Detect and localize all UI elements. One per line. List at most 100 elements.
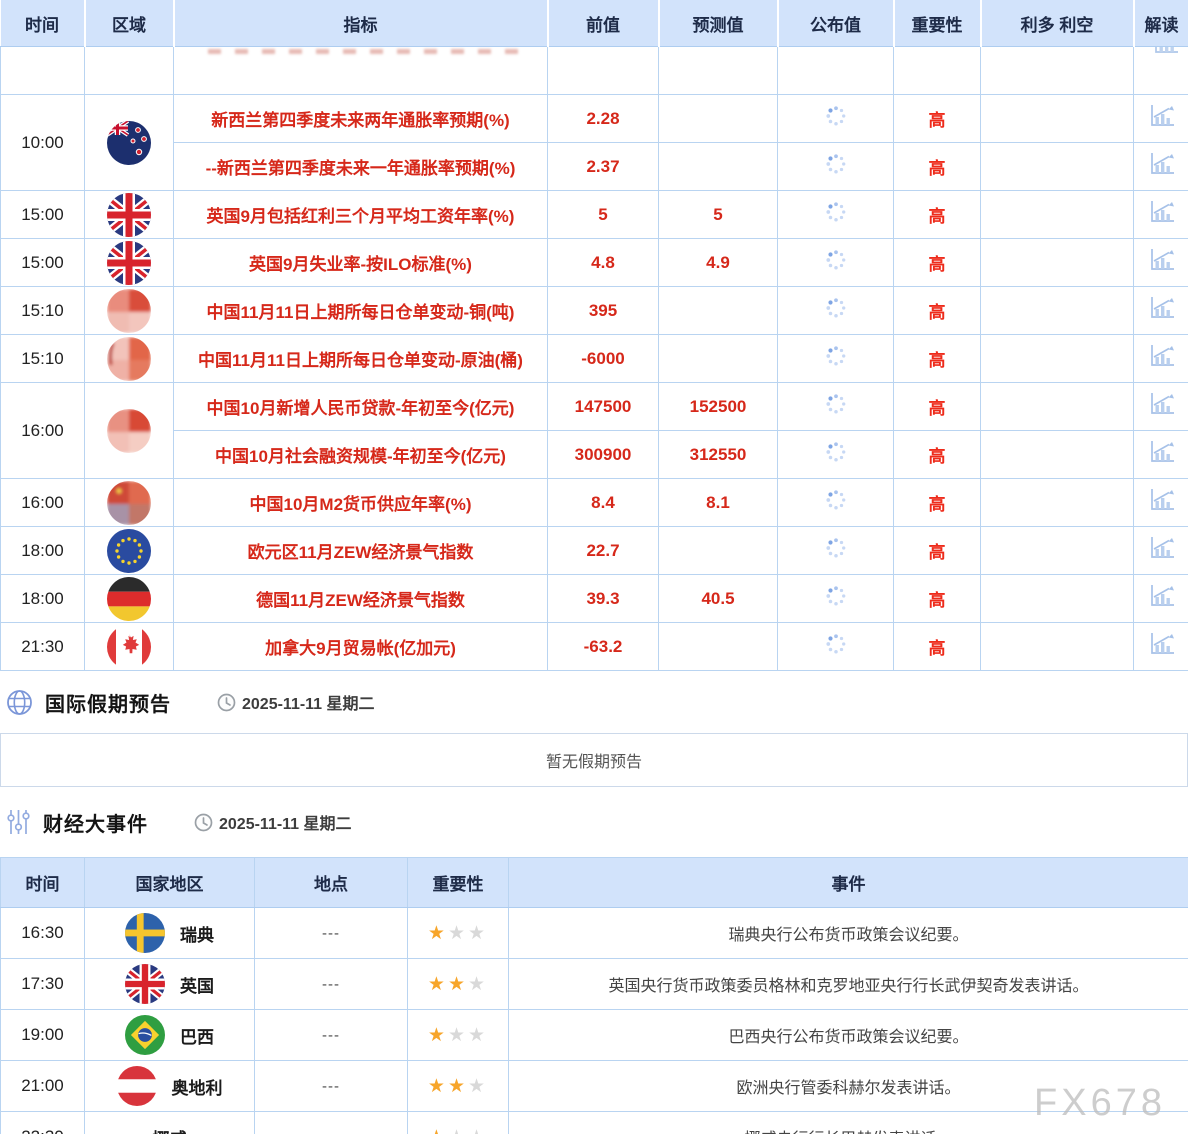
calendar-row: 10:00新西兰第四季度未来两年通胀率预期(%)2.28高 xyxy=(1,95,1188,143)
clipped-cell xyxy=(85,47,174,95)
star-icon: ★ xyxy=(428,1025,448,1046)
interpret-cell[interactable] xyxy=(1134,527,1188,575)
loading-spinner-icon xyxy=(825,114,847,131)
previous-value: 8.4 xyxy=(548,479,659,527)
calendar-header-row: 时间 区域 指标 前值 预测值 公布值 重要性 利多 利空 解读 xyxy=(1,0,1188,47)
col-header-location: 地点 xyxy=(255,858,408,908)
importance-value: 高 xyxy=(894,287,981,335)
star-icon: ★ xyxy=(448,1076,468,1097)
bias-cell xyxy=(981,191,1134,239)
canada-flag-icon xyxy=(85,625,173,669)
published-value xyxy=(778,191,894,239)
indicator-name[interactable]: 中国11月11日上期所每日仓单变动-原油(桶) xyxy=(174,335,548,383)
published-value xyxy=(778,143,894,191)
china-blurred-flag-icon xyxy=(85,289,173,333)
chart-icon[interactable] xyxy=(1148,259,1175,276)
col-header-time: 时间 xyxy=(1,0,85,47)
events-header-row: 时间 国家地区 地点 重要性 事件 xyxy=(1,858,1188,908)
interpret-cell[interactable] xyxy=(1134,191,1188,239)
col-header-forecast: 预测值 xyxy=(659,0,778,47)
chart-icon[interactable] xyxy=(1148,451,1175,468)
interpret-cell[interactable] xyxy=(1134,623,1188,671)
chart-icon[interactable] xyxy=(1148,403,1175,420)
loading-spinner-icon xyxy=(825,354,847,371)
star-icon: ★ xyxy=(468,1076,488,1097)
indicator-name[interactable]: 中国11月11日上期所每日仓单变动-铜(吨) xyxy=(174,287,548,335)
event-country: 奥地利 xyxy=(85,1061,255,1112)
event-location: --- xyxy=(255,959,408,1010)
calendar-row: 15:10中国11月11日上期所每日仓单变动-原油(桶)-6000高 xyxy=(1,335,1188,383)
event-country: 英国 xyxy=(85,959,255,1010)
indicator-name[interactable]: 英国9月失业率-按ILO标准(%) xyxy=(174,239,548,287)
indicator-name[interactable]: 中国10月社会融资规模-年初至今(亿元) xyxy=(174,431,548,479)
published-value xyxy=(778,95,894,143)
bias-cell xyxy=(981,383,1134,431)
previous-value: 147500 xyxy=(548,383,659,431)
indicator-name[interactable]: 中国10月M2货币供应年率(%) xyxy=(174,479,548,527)
chart-icon[interactable] xyxy=(1148,595,1175,612)
interpret-cell[interactable] xyxy=(1134,239,1188,287)
previous-value: 22.7 xyxy=(548,527,659,575)
region-cell xyxy=(85,383,174,479)
bias-cell xyxy=(981,527,1134,575)
time-cell: 10:00 xyxy=(1,95,85,191)
interpret-cell[interactable] xyxy=(1134,431,1188,479)
calendar-row: 16:00中国10月新增人民币贷款-年初至今(亿元)147500152500高 xyxy=(1,383,1188,431)
interpret-cell[interactable] xyxy=(1134,335,1188,383)
forecast-value: 312550 xyxy=(659,431,778,479)
interpret-cell[interactable] xyxy=(1134,383,1188,431)
time-cell: 16:00 xyxy=(1,383,85,479)
importance-value: 高 xyxy=(894,335,981,383)
calendar-row: 中国10月社会融资规模-年初至今(亿元)300900312550高 xyxy=(1,431,1188,479)
clipped-text-remnant xyxy=(208,49,519,54)
loading-spinner-icon xyxy=(825,258,847,275)
chart-icon xyxy=(1152,47,1180,54)
indicator-name[interactable]: 中国10月新增人民币贷款-年初至今(亿元) xyxy=(174,383,548,431)
interpret-cell[interactable] xyxy=(1134,479,1188,527)
time-cell: 21:30 xyxy=(1,623,85,671)
indicator-name[interactable]: 英国9月包括红利三个月平均工资年率(%) xyxy=(174,191,548,239)
interpret-cell[interactable] xyxy=(1134,575,1188,623)
chart-icon[interactable] xyxy=(1148,499,1175,516)
calendar-row: 16:00中国10月M2货币供应年率(%)8.48.1高 xyxy=(1,479,1188,527)
chart-icon[interactable] xyxy=(1148,211,1175,228)
indicator-name[interactable]: --新西兰第四季度未来一年通胀率预期(%) xyxy=(174,143,548,191)
importance-value: 高 xyxy=(894,239,981,287)
interpret-cell[interactable] xyxy=(1134,287,1188,335)
indicator-name[interactable]: 加拿大9月贸易帐(亿加元) xyxy=(174,623,548,671)
indicator-name[interactable]: 欧元区11月ZEW经济景气指数 xyxy=(174,527,548,575)
united-kingdom-flag-icon xyxy=(85,193,173,237)
chart-icon[interactable] xyxy=(1148,547,1175,564)
importance-value: 高 xyxy=(894,95,981,143)
col-header-interpret: 解读 xyxy=(1134,0,1188,47)
china-blurred-flag-icon xyxy=(85,409,173,453)
forecast-value xyxy=(659,143,778,191)
event-location: --- xyxy=(255,908,408,959)
region-cell xyxy=(85,623,174,671)
interpret-cell[interactable] xyxy=(1134,95,1188,143)
event-time: 22:30 xyxy=(1,1112,85,1134)
clipped-cell xyxy=(894,47,981,95)
chart-icon[interactable] xyxy=(1148,355,1175,372)
loading-spinner-icon xyxy=(825,450,847,467)
region-cell xyxy=(85,239,174,287)
clipped-cell xyxy=(548,47,659,95)
events-table: 时间 国家地区 地点 重要性 事件 16:30瑞典---★★★瑞典央行公布货币政… xyxy=(0,857,1188,1134)
clock-icon xyxy=(194,813,213,832)
chart-icon[interactable] xyxy=(1148,643,1175,660)
star-icon: ★ xyxy=(468,923,488,944)
chart-icon[interactable] xyxy=(1148,115,1175,132)
region-cell xyxy=(85,191,174,239)
interpret-cell[interactable] xyxy=(1134,143,1188,191)
previous-value: 5 xyxy=(548,191,659,239)
chart-icon[interactable] xyxy=(1148,307,1175,324)
calendar-row: 18:00德国11月ZEW经济景气指数39.340.5高 xyxy=(1,575,1188,623)
chart-icon[interactable] xyxy=(1148,163,1175,180)
calendar-row: 15:00英国9月包括红利三个月平均工资年率(%)55高 xyxy=(1,191,1188,239)
indicator-name[interactable]: 新西兰第四季度未来两年通胀率预期(%) xyxy=(174,95,548,143)
indicator-name[interactable]: 德国11月ZEW经济景气指数 xyxy=(174,575,548,623)
event-row: 21:00奥地利---★★★欧洲央行管委科赫尔发表讲话。 xyxy=(1,1061,1188,1112)
sweden-flag-icon xyxy=(125,913,165,953)
importance-stars: ★★★ xyxy=(408,908,509,959)
previous-value: 2.28 xyxy=(548,95,659,143)
